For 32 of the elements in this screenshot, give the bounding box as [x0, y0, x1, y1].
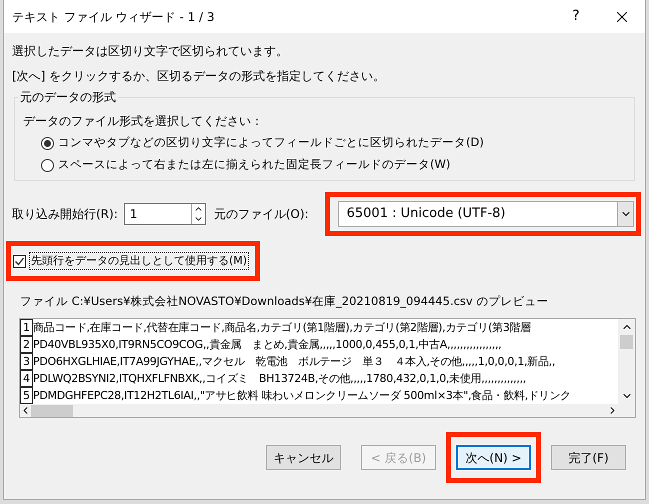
row-number: 5 [20, 387, 33, 404]
row-number: 3 [20, 353, 33, 370]
preview-row-text: PDMDGHFEPC28,IT12H2TL6IAI,,"アサヒ飲料 味わいメロンクリームソーダ 500ml×3本",食品・飲料,ドリンク [33, 388, 571, 404]
row-number: 4 [20, 370, 33, 388]
preview-row-text: PDO6HXGLHIAE,IT7A99JGYHAE,,マクセル 乾電池 ボルテージ 単３ ４本入,その他,,,,,1,0,0,0,1,新品,, [33, 354, 556, 370]
preview-row-text: PD40VBL935X0,IT9RN5CO9COG,,貴金属 まとめ,貴金属,,,,,1000,0,455,0,1,中古A,,,,,,,,,,,,,,,,, [33, 337, 502, 354]
radio-button[interactable] [41, 136, 54, 150]
start-row-spinner[interactable]: 1 [124, 203, 206, 225]
help-button[interactable]: ? [553, 0, 599, 33]
dialog-button[interactable]: 次へ(N) > [456, 445, 531, 470]
dialog-button[interactable]: 完了(F) [551, 445, 626, 470]
preview-row-text: 商品コード,在庫コード,代替在庫コード,商品名,カテゴリ(第1階層),カテゴリ(第2階層),カテゴリ(第3階層 [33, 320, 531, 336]
preview-caption: ファイル C:¥Users¥株式会社NOVASTO¥Downloads¥在庫_20210819_094445.csv のプレビュー [20, 293, 550, 310]
file-origin-label: 元のファイル(O): [214, 206, 309, 223]
radio-option[interactable]: コンマやタブなどの区切り文字によってフィールドごとに区切られたデータ(D) [41, 132, 634, 154]
window-title: テキスト ファイル ウィザード - 1 / 3 [12, 8, 216, 26]
scrollbar-thumb[interactable] [31, 404, 73, 417]
file-origin-dropdown[interactable]: 65001 : Unicode (UTF-8) [338, 201, 634, 227]
radio-button[interactable] [41, 158, 54, 172]
row-number: 2 [20, 336, 33, 354]
instruction-text: 選択したデータは区切り文字で区切られています。 [12, 43, 289, 60]
group-title: 元のデータの形式 [18, 89, 118, 105]
instruction-text: [次へ] をクリックするか、区切るデータの形式を指定してください。 [12, 68, 386, 85]
group-prompt: データのファイル形式を選択してください： [23, 113, 264, 130]
dialog-button[interactable]: キャンセル [266, 445, 341, 470]
radio-option[interactable]: スペースによって右または左に揃えられた固定長フィールドのデータ(W) [41, 154, 634, 176]
start-row-label: 取り込み開始行(R): [12, 206, 118, 223]
preview-row-text: PDLWQ2BSYNI2,ITQHXFLFNBXK,,コイズミ BH13724B,その他,,,,,1780,432,0,1,0,未使用,,,,,,,,,,,,,, [33, 371, 526, 388]
row-number: 1 [20, 319, 33, 336]
scrollbar-thumb[interactable] [620, 335, 633, 350]
check-icon [14, 256, 25, 266]
checkbox[interactable] [13, 254, 26, 268]
